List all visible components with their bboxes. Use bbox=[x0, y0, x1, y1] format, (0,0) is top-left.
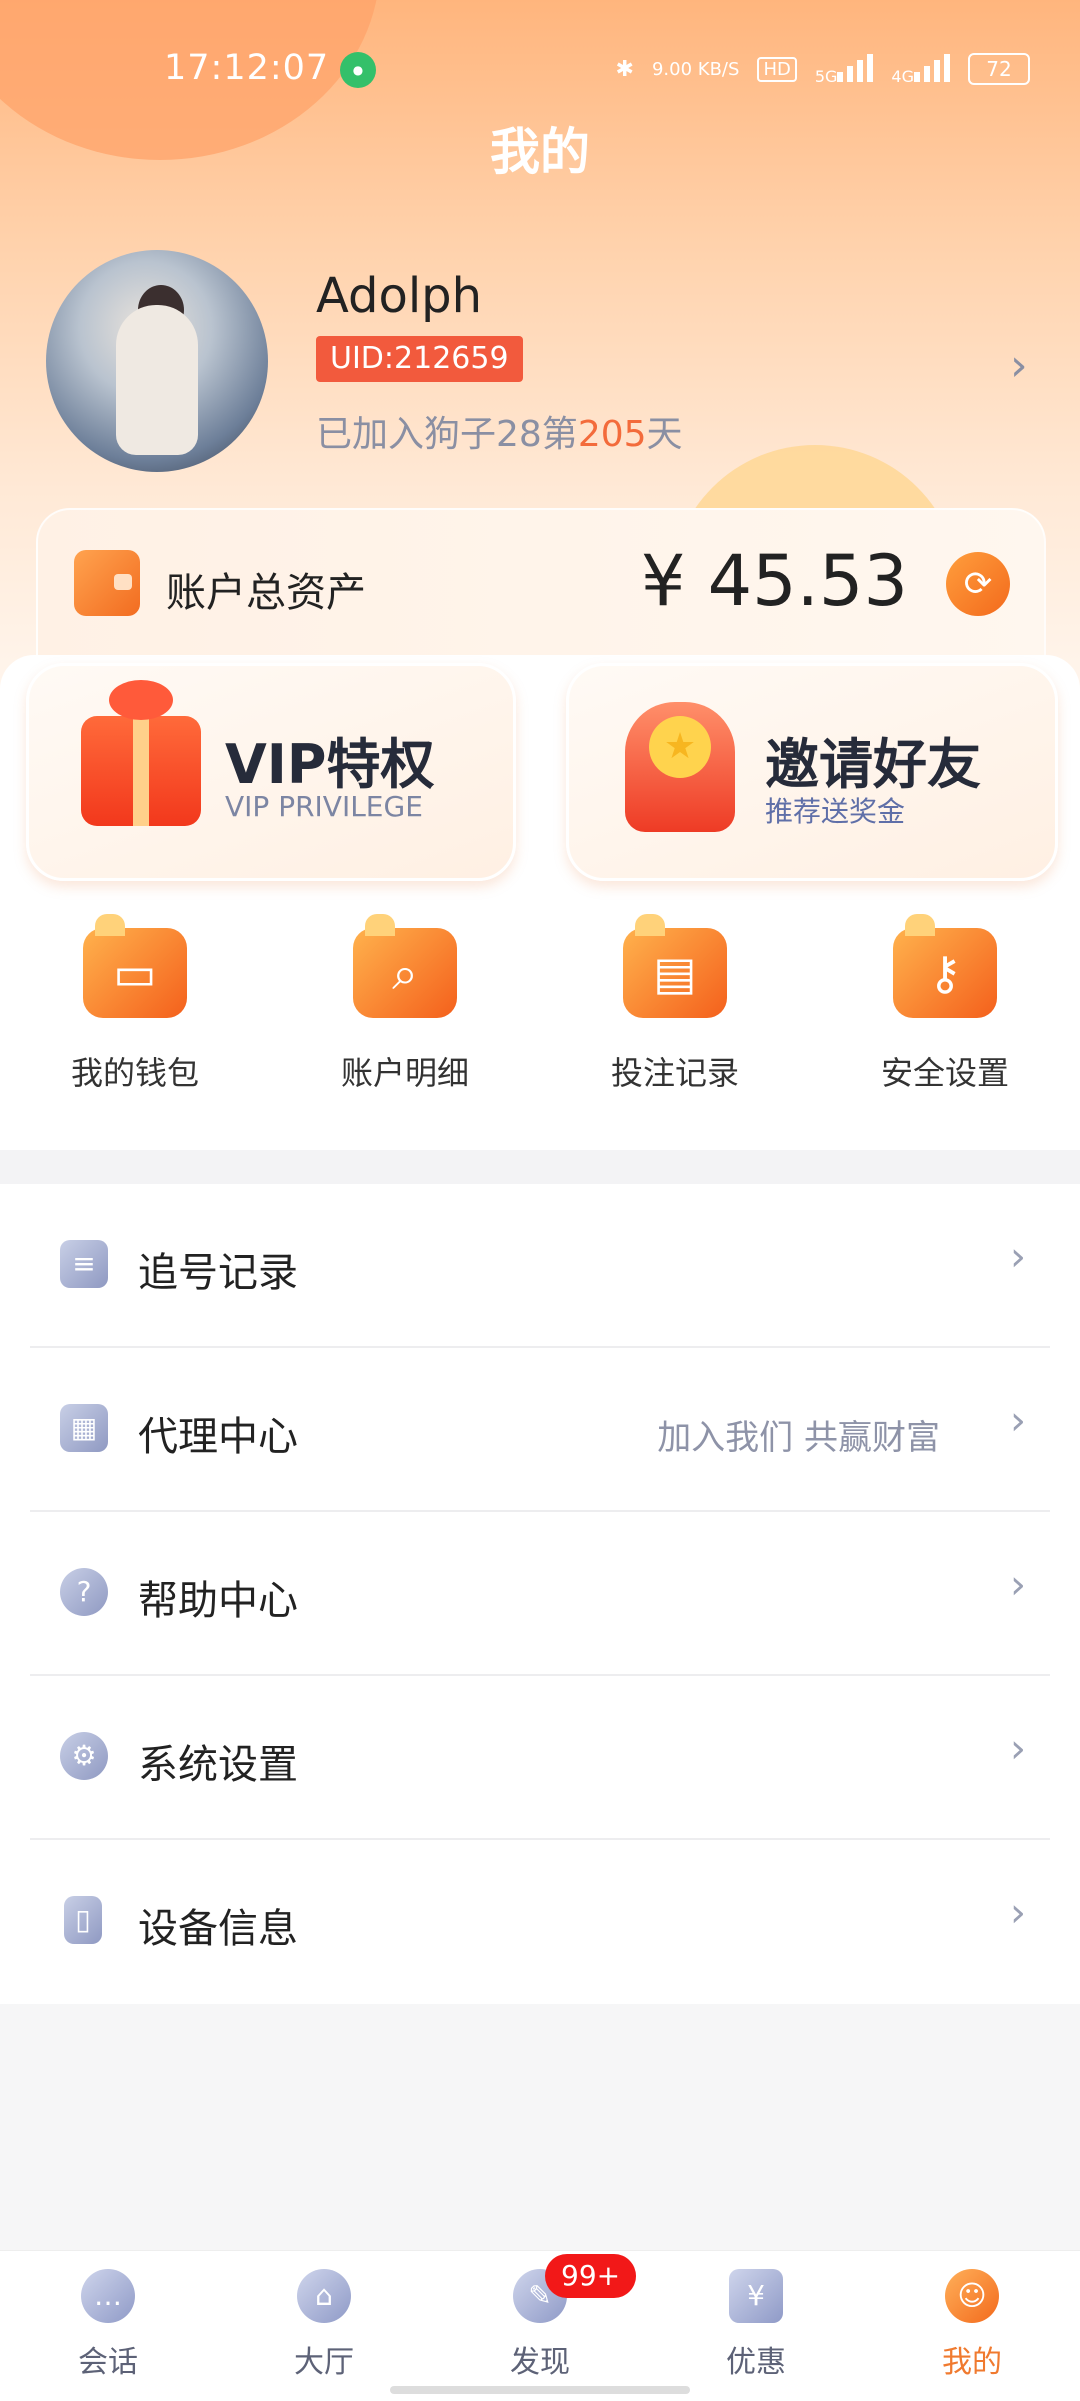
tab-promotions[interactable]: ¥ 优惠 bbox=[686, 2269, 826, 2381]
key-icon: ⚷ bbox=[893, 914, 997, 1018]
signal-4g-icon: 4G bbox=[891, 50, 950, 88]
avatar[interactable] bbox=[46, 250, 268, 472]
bottom-tab-bar: … 会话 ⌂ 大厅 ✎ 发现 ¥ 优惠 ☺ 我的 bbox=[0, 2250, 1080, 2401]
menu-item-system-settings[interactable]: ⚙ 系统设置 › bbox=[0, 1676, 1080, 1840]
coin-hand-icon bbox=[625, 702, 735, 832]
assets-label: 账户总资产 bbox=[166, 570, 366, 616]
bluetooth-icon: ✱ bbox=[615, 56, 634, 82]
tab-hall[interactable]: ⌂ 大厅 bbox=[254, 2269, 394, 2381]
invite-title: 邀请好友 bbox=[765, 733, 981, 796]
menu-item-agent-center[interactable]: ▦ 代理中心 加入我们 共赢财富 › bbox=[0, 1348, 1080, 1512]
notification-app-icon: ● bbox=[340, 52, 376, 88]
chevron-right-icon: › bbox=[1010, 1398, 1026, 1444]
assets-value: ¥ 45.53 bbox=[640, 540, 908, 622]
chat-icon: … bbox=[81, 2269, 135, 2323]
join-info: 已加入狗子28第205天 bbox=[316, 405, 683, 457]
hd-icon: HD bbox=[757, 56, 797, 82]
quick-action-label: 安全设置 bbox=[880, 1054, 1009, 1092]
home-indicator[interactable] bbox=[390, 2386, 690, 2394]
avatar-photo bbox=[116, 305, 198, 455]
gear-icon: ⚙ bbox=[60, 1732, 108, 1780]
tab-label: 我的 bbox=[942, 2345, 1002, 2380]
coupon-icon: ¥ bbox=[729, 2269, 783, 2323]
status-icons: ✱ 9.00 KB/S HD 5G 4G 72 bbox=[616, 50, 1030, 88]
menu-item-follow-records[interactable]: ≡ 追号记录 › bbox=[0, 1184, 1080, 1348]
wallet-icon: ▭ bbox=[83, 914, 187, 1018]
chevron-right-icon: › bbox=[1010, 1234, 1026, 1280]
tab-chat[interactable]: … 会话 bbox=[38, 2269, 178, 2381]
menu-item-device-info[interactable]: ▯ 设备信息 › bbox=[0, 1840, 1080, 2004]
page-title: 我的 bbox=[490, 123, 590, 181]
vip-privilege-card[interactable]: VIP特权 VIP PRIVILEGE bbox=[26, 663, 516, 881]
document-icon: ≡ bbox=[60, 1240, 108, 1288]
key-glyph: ⚷ bbox=[928, 946, 962, 1000]
join-suffix: 天 bbox=[646, 414, 683, 455]
uid-badge: UID:212659 bbox=[316, 336, 523, 382]
chevron-right-icon: › bbox=[1010, 1562, 1026, 1608]
tab-label: 发现 bbox=[510, 2345, 570, 2380]
status-time: 17:12:07 bbox=[164, 48, 330, 88]
signal-label: 4G bbox=[891, 67, 914, 86]
network-speed: 9.00 KB/S bbox=[651, 58, 740, 80]
calendar-icon: ▤ bbox=[623, 914, 727, 1018]
menu-item-label: 帮助中心 bbox=[138, 1578, 298, 1624]
notification-badge: 99+ bbox=[545, 2254, 637, 2298]
help-icon: ? bbox=[60, 1568, 108, 1616]
refresh-icon[interactable]: ⟳ bbox=[946, 552, 1010, 616]
gift-icon bbox=[81, 680, 201, 826]
vip-title: VIP特权 bbox=[225, 733, 435, 796]
vip-subtitle: VIP PRIVILEGE bbox=[225, 790, 423, 823]
user-icon: ☺ bbox=[945, 2269, 999, 2323]
quick-action-label: 账户明细 bbox=[340, 1054, 469, 1092]
chevron-right-icon: › bbox=[1010, 1890, 1026, 1936]
chevron-right-icon: › bbox=[1010, 1726, 1026, 1772]
qr-code-icon: ▦ bbox=[60, 1404, 108, 1452]
join-prefix: 已加入狗子28第 bbox=[316, 414, 578, 455]
wallet-glyph: ▭ bbox=[113, 946, 157, 1000]
quick-action-bet-records[interactable]: ▤ 投注记录 bbox=[585, 914, 765, 1094]
join-days: 205 bbox=[577, 414, 647, 455]
quick-action-security[interactable]: ⚷ 安全设置 bbox=[855, 914, 1035, 1094]
menu-item-label: 系统设置 bbox=[138, 1742, 298, 1788]
quick-action-label: 投注记录 bbox=[610, 1054, 739, 1092]
menu-item-label: 代理中心 bbox=[138, 1414, 298, 1460]
menu-item-hint: 加入我们 共赢财富 bbox=[657, 1418, 940, 1458]
device-icon: ▯ bbox=[64, 1896, 102, 1944]
tab-mine[interactable]: ☺ 我的 bbox=[902, 2269, 1042, 2381]
quick-action-account-details[interactable]: ⌕ 账户明细 bbox=[315, 914, 495, 1094]
menu-item-label: 设备信息 bbox=[138, 1906, 298, 1952]
calendar-glyph: ▤ bbox=[653, 946, 697, 1000]
signal-5g-icon: 5G bbox=[815, 50, 874, 88]
menu-item-label: 追号记录 bbox=[138, 1250, 298, 1296]
wallet-icon bbox=[74, 550, 140, 616]
section-divider bbox=[0, 1150, 1080, 1184]
tab-label: 会话 bbox=[78, 2345, 138, 2380]
tab-label: 优惠 bbox=[726, 2345, 786, 2380]
search-glyph: ⌕ bbox=[392, 946, 418, 1000]
menu-list: ≡ 追号记录 › ▦ 代理中心 加入我们 共赢财富 › ? 帮助中心 › ⚙ 系… bbox=[0, 1184, 1080, 2004]
quick-action-wallet[interactable]: ▭ 我的钱包 bbox=[45, 914, 225, 1094]
profile-chevron-right-icon[interactable]: › bbox=[1010, 340, 1028, 391]
tab-label: 大厅 bbox=[294, 2345, 354, 2380]
bank-icon: ⌂ bbox=[297, 2269, 351, 2323]
invite-friends-card[interactable]: 邀请好友 推荐送奖金 bbox=[566, 663, 1058, 881]
battery-icon: 72 bbox=[968, 53, 1030, 85]
username: Adolph bbox=[316, 268, 483, 324]
signal-label: 5G bbox=[814, 67, 838, 86]
menu-item-help-center[interactable]: ? 帮助中心 › bbox=[0, 1512, 1080, 1676]
quick-action-label: 我的钱包 bbox=[70, 1054, 199, 1092]
search-icon: ⌕ bbox=[353, 914, 457, 1018]
invite-subtitle: 推荐送奖金 bbox=[765, 795, 906, 828]
